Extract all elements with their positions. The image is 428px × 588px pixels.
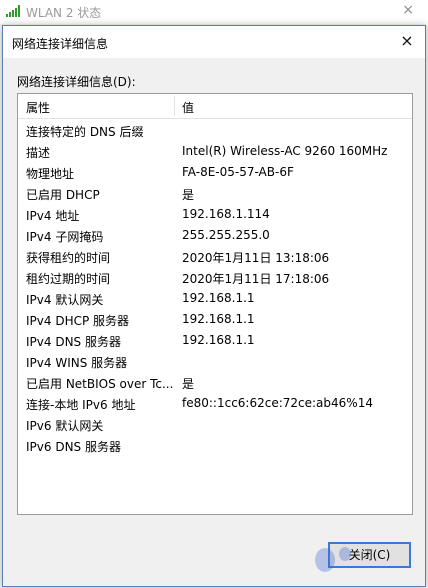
dialog-title: 网络连接详细信息: [12, 37, 109, 51]
property-value: fe80::1cc6:62ce:72ce:ab46%14: [182, 396, 373, 410]
details-list[interactable]: 属性 值 连接特定的 DNS 后缀 描述 Intel(R) Wireless-AC …: [17, 93, 413, 515]
list-header: 属性 值: [18, 94, 412, 119]
close-button[interactable]: 关闭(C): [328, 542, 411, 568]
list-item[interactable]: 描述 Intel(R) Wireless-AC 9260 160MHz: [18, 141, 412, 162]
list-item[interactable]: 物理地址 FA-8E-05-57-AB-6F: [18, 162, 412, 183]
property-name: IPv6 DNS 服务器: [26, 440, 121, 454]
property-name: 连接-本地 IPv6 地址: [26, 398, 136, 412]
property-value: 2020年1月11日 13:18:06: [182, 251, 330, 265]
details-rows: 连接特定的 DNS 后缀 描述 Intel(R) Wireless-AC 9260 …: [18, 120, 412, 456]
network-details-dialog: 网络连接详细信息 × 网络连接详细信息(D): 属性 值 连接特定的 DNS 后…: [2, 25, 426, 587]
property-name: 物理地址: [26, 167, 75, 181]
column-header-value[interactable]: 值: [182, 99, 194, 116]
background-titlebar: WLAN 2 状态 ×: [0, 0, 428, 24]
property-name: IPv4 DNS 服务器: [26, 335, 121, 349]
property-value: 是: [182, 377, 195, 391]
property-name: IPv4 默认网关: [26, 293, 104, 307]
list-item[interactable]: IPv4 子网掩码 255.255.255.0: [18, 225, 412, 246]
background-window-title: WLAN 2 状态: [26, 6, 102, 20]
close-icon[interactable]: ×: [402, 2, 414, 18]
list-item[interactable]: IPv6 DNS 服务器: [18, 435, 412, 456]
list-item[interactable]: 已启用 NetBIOS over Tc... 是: [18, 372, 412, 393]
property-name: 已启用 NetBIOS over Tc...: [26, 377, 174, 391]
list-item[interactable]: 连接特定的 DNS 后缀: [18, 120, 412, 141]
list-item[interactable]: 获得租约的时间 2020年1月11日 13:18:06: [18, 246, 412, 267]
dialog-titlebar: 网络连接详细信息 ×: [3, 26, 425, 58]
list-item[interactable]: IPv6 默认网关: [18, 414, 412, 435]
list-item[interactable]: IPv4 DHCP 服务器 192.168.1.1: [18, 309, 412, 330]
property-name: 连接特定的 DNS 后缀: [26, 125, 144, 139]
property-name: IPv4 DHCP 服务器: [26, 314, 130, 328]
property-value: 2020年1月11日 17:18:06: [182, 272, 330, 286]
close-icon[interactable]: ×: [397, 31, 417, 51]
property-name: IPv4 WINS 服务器: [26, 356, 128, 370]
list-item[interactable]: IPv4 默认网关 192.168.1.1: [18, 288, 412, 309]
property-name: IPv4 地址: [26, 209, 80, 223]
property-name: 已启用 DHCP: [26, 188, 100, 202]
property-name: 描述: [26, 146, 51, 160]
list-item[interactable]: IPv4 DNS 服务器 192.168.1.1: [18, 330, 412, 351]
property-value: 192.168.1.114: [182, 207, 270, 221]
property-name: IPv4 子网掩码: [26, 230, 104, 244]
property-value: FA-8E-05-57-AB-6F: [182, 165, 294, 179]
list-item[interactable]: 已启用 DHCP 是: [18, 183, 412, 204]
column-divider[interactable]: [174, 96, 175, 116]
wifi-signal-icon: [6, 5, 20, 17]
list-item[interactable]: IPv4 WINS 服务器: [18, 351, 412, 372]
property-value: 255.255.255.0: [182, 228, 270, 242]
list-item[interactable]: IPv4 地址 192.168.1.114: [18, 204, 412, 225]
property-name: 获得租约的时间: [26, 251, 111, 265]
property-value: 是: [182, 188, 195, 202]
property-value: 192.168.1.1: [182, 312, 255, 326]
list-item[interactable]: 租约过期的时间 2020年1月11日 17:18:06: [18, 267, 412, 288]
details-group-label: 网络连接详细信息(D):: [17, 75, 136, 89]
column-header-property[interactable]: 属性: [26, 99, 50, 116]
list-item[interactable]: 连接-本地 IPv6 地址 fe80::1cc6:62ce:72ce:ab46%1…: [18, 393, 412, 414]
property-value: 192.168.1.1: [182, 291, 255, 305]
property-value: Intel(R) Wireless-AC 9260 160MHz: [182, 144, 388, 158]
property-name: 租约过期的时间: [26, 272, 111, 286]
property-name: IPv6 默认网关: [26, 419, 104, 433]
property-value: 192.168.1.1: [182, 333, 255, 347]
